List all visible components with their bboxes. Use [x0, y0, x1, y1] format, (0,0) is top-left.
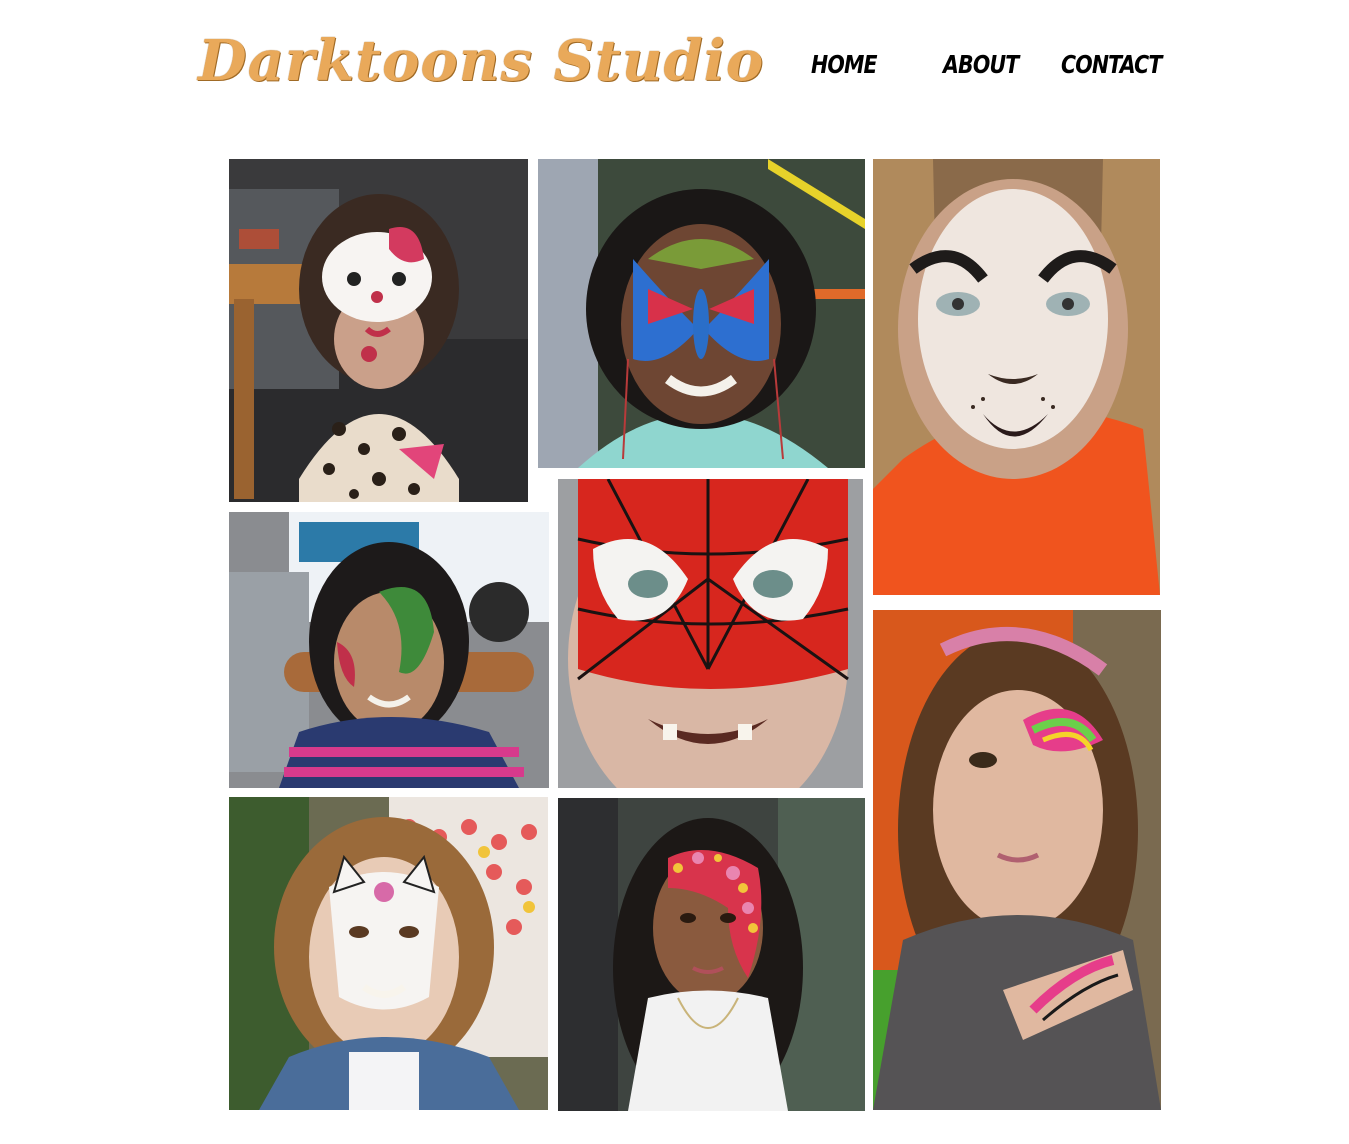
photo-image [558, 479, 863, 788]
lion-face-paint-photo[interactable] [873, 159, 1160, 595]
nav-contact-link[interactable]: CONTACT [1061, 50, 1162, 79]
rainbow-eye-face-paint-photo[interactable] [873, 610, 1161, 1110]
photo-image [873, 159, 1160, 595]
photo-image [538, 159, 865, 468]
cat-face-paint-photo[interactable] [229, 797, 548, 1110]
nav-home-link[interactable]: HOME [811, 50, 878, 79]
dragon-face-paint-photo[interactable] [229, 512, 549, 788]
butterfly-face-paint-photo[interactable] [538, 159, 865, 468]
main-nav: HOME ABOUT CONTACT [0, 50, 1349, 90]
nav-about-link[interactable]: ABOUT [943, 50, 1019, 79]
kitty-face-paint-photo[interactable] [229, 159, 528, 502]
photo-image [229, 159, 528, 502]
spiderman-face-paint-photo[interactable] [558, 479, 863, 788]
photo-image [558, 798, 865, 1111]
photo-image [229, 512, 549, 788]
flower-face-paint-photo[interactable] [558, 798, 865, 1111]
photo-image [229, 797, 548, 1110]
page: Darktoons Studio HOME ABOUT CONTACT [0, 0, 1349, 1144]
photo-image [873, 610, 1161, 1110]
